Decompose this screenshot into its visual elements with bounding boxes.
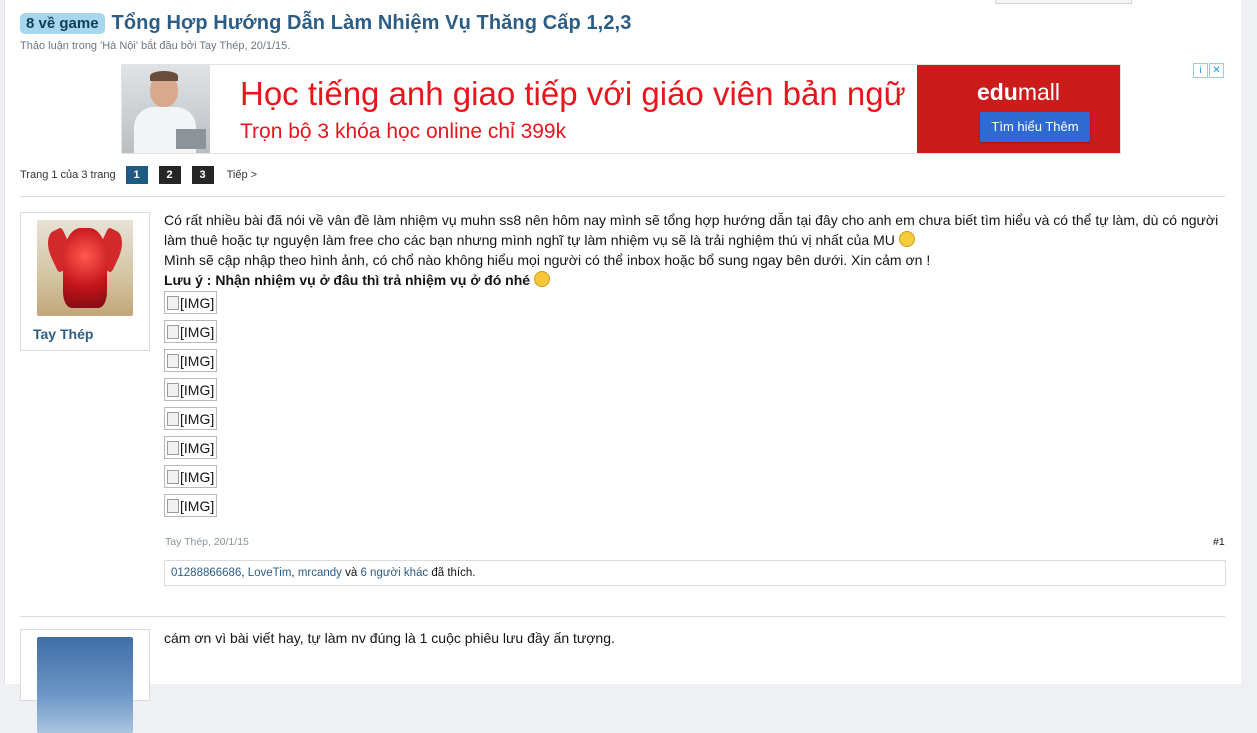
image-placeholder[interactable]: [IMG] xyxy=(164,465,217,488)
post-number[interactable]: #1 xyxy=(1213,536,1225,548)
ad-subline: Trọn bộ 3 khóa học online chỉ 399k xyxy=(240,120,567,143)
post-image-list: [IMG] [IMG] [IMG] [IMG] [IMG] [IMG] [IMG… xyxy=(164,291,1230,517)
ad-headline: Học tiếng anh giao tiếp với giáo viên bả… xyxy=(240,75,906,112)
top-search-box[interactable] xyxy=(995,0,1132,4)
broken-image-icon xyxy=(167,498,179,513)
ad-teacher-photo xyxy=(122,65,210,153)
post-message: Có rất nhiều bài đã nói về vân đề làm nh… xyxy=(164,210,1230,523)
ad-choices: i ✕ xyxy=(1193,63,1224,78)
broken-image-icon xyxy=(167,469,179,484)
image-placeholder[interactable]: [IMG] xyxy=(164,291,217,314)
thread-meta: Thảo luận trong 'Hà Nội' bắt đầu bởi Tay… xyxy=(20,40,290,52)
post-text-3: Lưu ý : Nhận nhiệm vụ ở đâu thì trả nhiệ… xyxy=(164,272,531,288)
meta-discussion-in: Thảo luận trong xyxy=(20,40,98,52)
avatar[interactable] xyxy=(37,220,133,316)
broken-image-icon xyxy=(167,324,179,339)
post-footer-date[interactable]: , 20/1/15 xyxy=(208,536,249,548)
pagination-label: Trang 1 của 3 trang xyxy=(20,169,116,181)
post-text: cám ơn vì bài viết hay, tự làm nv đúng l… xyxy=(164,630,615,646)
broken-image-icon xyxy=(167,382,179,397)
divider xyxy=(20,196,1225,197)
image-placeholder[interactable]: [IMG] xyxy=(164,320,217,343)
ad-brand-logo: edumall xyxy=(917,79,1120,106)
scrollbar[interactable] xyxy=(1241,0,1257,684)
page-container: 8 về game Tổng Hợp Hướng Dẫn Làm Nhiệm V… xyxy=(4,0,1242,733)
image-placeholder[interactable]: [IMG] xyxy=(164,436,217,459)
post-user-card xyxy=(20,629,150,733)
image-placeholder[interactable]: [IMG] xyxy=(164,349,217,372)
post-footer-author[interactable]: Tay Thép xyxy=(165,536,208,548)
image-placeholder[interactable]: [IMG] xyxy=(164,407,217,430)
meta-forum-link[interactable]: 'Hà Nội' xyxy=(100,40,138,52)
post-message: cám ơn vì bài viết hay, tự làm nv đúng l… xyxy=(164,628,1230,648)
smiley-icon xyxy=(898,231,915,247)
broken-image-icon xyxy=(167,411,179,426)
thread-prefix-badge[interactable]: 8 về game xyxy=(20,13,105,34)
divider xyxy=(20,616,1225,617)
ad-banner[interactable]: Học tiếng anh giao tiếp với giáo viên bả… xyxy=(121,64,1121,154)
post-user-card: Tay Thép xyxy=(20,212,150,351)
image-placeholder[interactable]: [IMG] xyxy=(164,494,217,517)
ad-brand-rest: mall xyxy=(1017,79,1061,105)
pagination: Trang 1 của 3 trang 1 2 3 Tiếp > xyxy=(20,166,257,184)
thread-title: Tổng Hợp Hướng Dẫn Làm Nhiệm Vụ Thăng Cấ… xyxy=(111,12,632,34)
meta-author-link[interactable]: Tay Thép xyxy=(199,40,244,52)
broken-image-icon xyxy=(167,353,179,368)
image-placeholder[interactable]: [IMG] xyxy=(164,378,217,401)
ad-brand-bold: edu xyxy=(976,79,1018,105)
post-text-2: Mình sẽ cập nhập theo hình ảnh, có chổ n… xyxy=(164,252,931,268)
page-link-3[interactable]: 3 xyxy=(191,166,214,184)
ad-close-icon[interactable]: ✕ xyxy=(1209,63,1224,78)
like-user-link[interactable]: LoveTim xyxy=(248,567,292,579)
post-text-1: Có rất nhiều bài đã nói về vân đề làm nh… xyxy=(164,212,1219,248)
like-user-link[interactable]: 01288866686 xyxy=(171,567,241,579)
ad-info-icon[interactable]: i xyxy=(1193,63,1208,78)
like-user-link[interactable]: mrcandy xyxy=(298,567,342,579)
post-username[interactable]: Tay Thép xyxy=(21,316,149,350)
post-note: Lưu ý : Nhận nhiệm vụ ở đâu thì trả nhiệ… xyxy=(164,270,1230,290)
ad-brand-panel: edumall Tìm hiểu Thêm xyxy=(917,65,1120,153)
meta-started-by: bắt đầu bởi xyxy=(141,40,197,52)
likes-summary: 01288866686, LoveTim, mrcandy và 6 người… xyxy=(164,560,1226,586)
broken-image-icon xyxy=(167,295,179,310)
next-page-link[interactable]: Tiếp > xyxy=(227,169,257,181)
broken-image-icon xyxy=(167,440,179,455)
like-others-link[interactable]: 6 người khác xyxy=(360,567,428,579)
thread-title-row: 8 về game Tổng Hợp Hướng Dẫn Làm Nhiệm V… xyxy=(20,12,631,35)
page-link-2[interactable]: 2 xyxy=(158,166,181,184)
post-footer-meta: Tay Thép, 20/1/15 xyxy=(165,536,249,548)
ad-cta-button[interactable]: Tìm hiểu Thêm xyxy=(980,112,1090,142)
post-paragraph: Có rất nhiều bài đã nói về vân đề làm nh… xyxy=(164,210,1230,250)
avatar[interactable] xyxy=(37,637,133,733)
page-link-1[interactable]: 1 xyxy=(125,166,148,184)
tongue-smiley-icon xyxy=(534,271,551,287)
meta-date: , 20/1/15. xyxy=(244,40,291,52)
